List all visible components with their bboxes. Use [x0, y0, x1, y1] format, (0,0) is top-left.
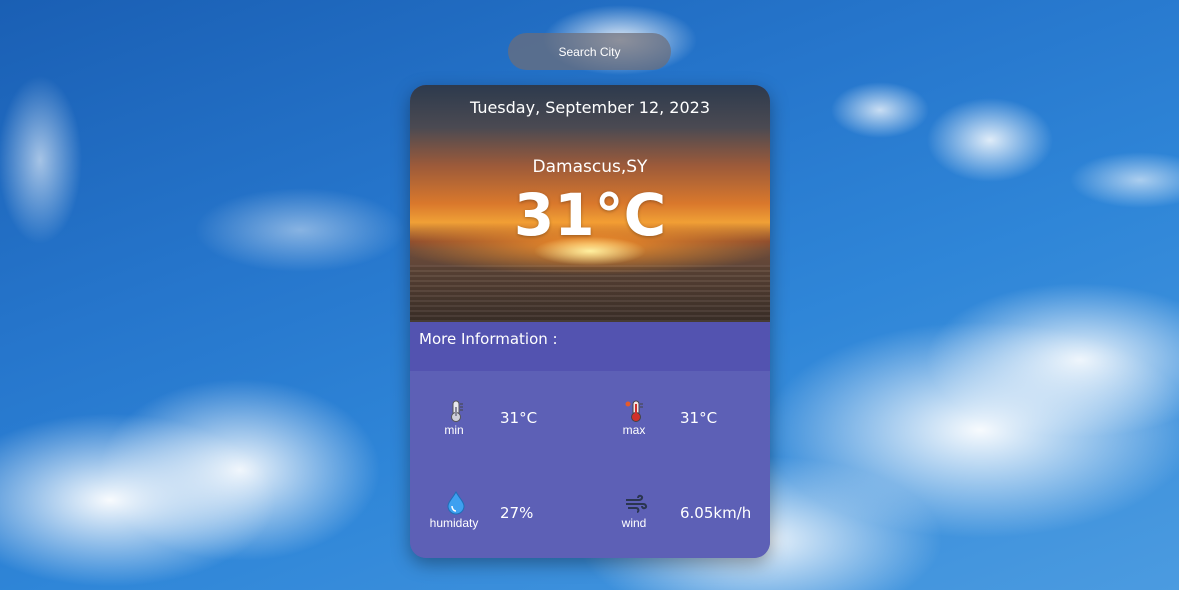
humidity-value: 27%	[500, 504, 534, 522]
hot-thermometer-icon	[625, 400, 643, 422]
sunset-hero-image: Tuesday, September 12, 2023 Damascus,SY …	[410, 85, 770, 322]
min-value: 31°C	[500, 409, 538, 427]
search-input[interactable]	[508, 33, 671, 70]
humidity-label: humidaty	[429, 516, 479, 530]
wind-label: wind	[621, 516, 647, 530]
more-information-label: More Information :	[419, 330, 558, 348]
weather-stats-grid: min 31°C max 31°C humidaty 27% wind 6.05…	[410, 371, 770, 558]
min-label: min	[444, 423, 464, 437]
stat-wind: wind 6.05km/h	[590, 464, 770, 558]
wind-value: 6.05km/h	[680, 504, 752, 522]
stat-max: max 31°C	[590, 371, 770, 464]
thermometer-icon	[451, 400, 463, 422]
stat-humidity: humidaty 27%	[410, 464, 590, 558]
water-drop-icon	[447, 491, 465, 515]
stat-min: min 31°C	[410, 371, 590, 464]
wind-icon	[626, 494, 648, 513]
max-label: max	[622, 423, 646, 437]
current-temperature: 31°C	[513, 181, 667, 249]
more-information-header: More Information :	[410, 322, 770, 371]
city-name: Damascus,SY	[532, 157, 648, 177]
current-date: Tuesday, September 12, 2023	[469, 98, 711, 117]
max-value: 31°C	[680, 409, 718, 427]
weather-card: Tuesday, September 12, 2023 Damascus,SY …	[410, 85, 770, 558]
